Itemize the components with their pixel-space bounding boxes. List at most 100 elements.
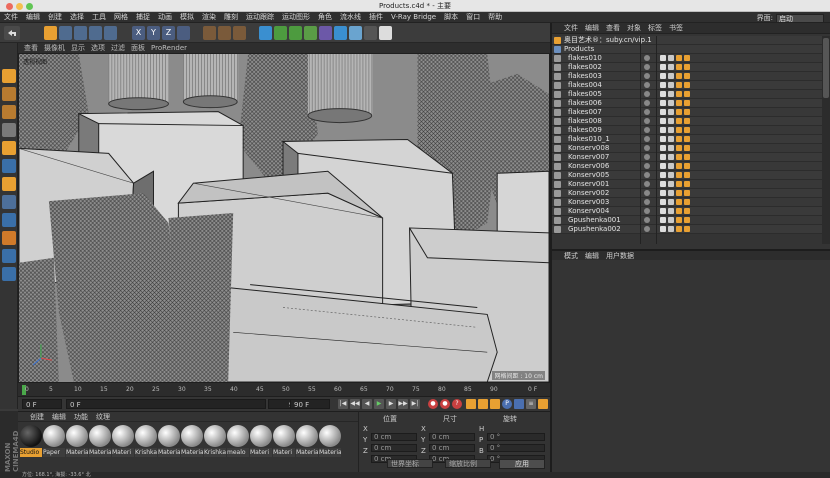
viewport-menu-display[interactable]: 显示 <box>71 43 85 53</box>
texture-tag-icon[interactable] <box>684 208 690 214</box>
material-swatch[interactable]: Materi <box>273 425 295 462</box>
texture-tag-icon[interactable] <box>684 163 690 169</box>
axis-mode-icon[interactable] <box>2 195 16 209</box>
object-menu-view[interactable]: 查看 <box>606 23 620 33</box>
material-menu-edit[interactable]: 编辑 <box>52 412 66 422</box>
start-frame-field[interactable]: 0 F <box>66 399 266 409</box>
texture-tag-icon[interactable] <box>684 100 690 106</box>
coordinate-system-icon[interactable] <box>177 26 190 40</box>
material-swatch[interactable]: Materia <box>66 425 88 462</box>
tree-row[interactable]: Konserv008 <box>552 144 824 153</box>
menu-help[interactable]: 帮助 <box>488 12 502 22</box>
render-picture-viewer-icon[interactable] <box>218 26 231 40</box>
material-tag-icon[interactable] <box>676 82 682 88</box>
visibility-dot-icon[interactable] <box>644 172 650 178</box>
phong-tag-icon[interactable] <box>660 109 666 115</box>
material-tag-icon[interactable] <box>676 109 682 115</box>
texture-tag-icon[interactable] <box>684 73 690 79</box>
end-frame-field-2[interactable]: 90 F <box>290 399 330 409</box>
record-rotation-icon[interactable] <box>490 399 500 409</box>
menu-create[interactable]: 创建 <box>48 12 62 22</box>
material-tag-icon[interactable] <box>676 100 682 106</box>
material-swatch[interactable]: Materi <box>112 425 134 462</box>
material-tag-icon[interactable] <box>676 217 682 223</box>
material-tag-icon[interactable] <box>676 226 682 232</box>
phong-tag-icon[interactable] <box>660 145 666 151</box>
uvw-tag-icon[interactable] <box>668 127 674 133</box>
material-tag-icon[interactable] <box>676 136 682 142</box>
prev-frame-icon[interactable]: ◀ <box>362 399 372 409</box>
phong-tag-icon[interactable] <box>660 127 666 133</box>
visibility-dot-icon[interactable] <box>644 118 650 124</box>
tree-row[interactable]: Konserv002 <box>552 189 824 198</box>
object-menu-file[interactable]: 文件 <box>564 23 578 33</box>
texture-tag-icon[interactable] <box>684 199 690 205</box>
current-frame-field[interactable]: 0 F <box>22 399 62 409</box>
tree-row[interactable]: flakes008 <box>552 117 824 126</box>
uvw-tag-icon[interactable] <box>668 190 674 196</box>
material-tag-icon[interactable] <box>676 55 682 61</box>
texture-tag-icon[interactable] <box>684 55 690 61</box>
texture-tag-icon[interactable] <box>684 109 690 115</box>
tree-row[interactable]: flakes009 <box>552 126 824 135</box>
texture-tag-icon[interactable] <box>684 64 690 70</box>
phong-tag-icon[interactable] <box>660 73 666 79</box>
workplane-lock-icon[interactable] <box>2 249 16 263</box>
array-generator-icon[interactable] <box>304 26 317 40</box>
timeline-window-icon[interactable] <box>538 399 548 409</box>
visibility-dot-icon[interactable] <box>644 91 650 97</box>
viewport-menu-options[interactable]: 选项 <box>91 43 105 53</box>
visibility-dot-icon[interactable] <box>644 109 650 115</box>
texture-tag-icon[interactable] <box>684 91 690 97</box>
tree-row[interactable]: flakes010_1 <box>552 135 824 144</box>
visibility-dot-icon[interactable] <box>644 73 650 79</box>
next-frame-icon[interactable]: ▶ <box>386 399 396 409</box>
texture-tag-icon[interactable] <box>684 226 690 232</box>
texture-tag-icon[interactable] <box>684 190 690 196</box>
uvw-tag-icon[interactable] <box>668 100 674 106</box>
tree-row[interactable]: flakes004 <box>552 81 824 90</box>
material-menu-create[interactable]: 创建 <box>30 412 44 422</box>
autokey-icon[interactable]: ● <box>440 399 450 409</box>
subdivision-surface-icon[interactable] <box>289 26 302 40</box>
tree-row[interactable]: Konserv005 <box>552 171 824 180</box>
visibility-dot-icon[interactable] <box>644 226 650 232</box>
viewport-menu-prorender[interactable]: ProRender <box>151 44 187 52</box>
material-swatch[interactable]: mealo <box>227 425 249 462</box>
timeline-ruler[interactable]: 0 5 10 15 20 25 30 35 40 45 50 55 60 65 … <box>18 383 550 397</box>
menu-script[interactable]: 脚本 <box>444 12 458 22</box>
object-menu-tags[interactable]: 标签 <box>648 23 662 33</box>
select-tool-icon[interactable] <box>44 26 57 40</box>
coordinate-mode-dropdown[interactable]: 世界坐标 <box>387 459 433 468</box>
minimize-window-button[interactable] <box>16 3 23 10</box>
apply-button[interactable]: 应用 <box>499 459 545 469</box>
scale-mode-dropdown[interactable]: 缩放比例 <box>445 459 491 468</box>
tree-row[interactable]: Konserv006 <box>552 162 824 171</box>
tree-row[interactable]: Konserv001 <box>552 180 824 189</box>
phong-tag-icon[interactable] <box>660 199 666 205</box>
phong-tag-icon[interactable] <box>660 55 666 61</box>
texture-tag-icon[interactable] <box>684 136 690 142</box>
material-swatch[interactable]: Materia <box>158 425 180 462</box>
menu-vray-bridge[interactable]: V-Ray Bridge <box>391 13 436 21</box>
next-key-icon[interactable]: ▶▶ <box>398 399 408 409</box>
tree-row-header[interactable]: 奥目艺术®：suby.cn/vip.1 <box>552 36 824 45</box>
cube-primitive-icon[interactable] <box>259 26 272 40</box>
recent-tool-icon[interactable] <box>104 26 117 40</box>
menu-mograph[interactable]: 运动图形 <box>282 12 310 22</box>
viewport-menu-panel[interactable]: 面板 <box>131 43 145 53</box>
menu-sculpt[interactable]: 雕刻 <box>224 12 238 22</box>
texture-tag-icon[interactable] <box>684 118 690 124</box>
menu-mesh[interactable]: 网格 <box>114 12 128 22</box>
phong-tag-icon[interactable] <box>660 82 666 88</box>
menu-tools[interactable]: 工具 <box>92 12 106 22</box>
tree-row[interactable]: Konserv004 <box>552 207 824 216</box>
material-swatch[interactable]: Studio <box>20 425 42 462</box>
material-tag-icon[interactable] <box>676 181 682 187</box>
material-tag-icon[interactable] <box>676 163 682 169</box>
uvw-tag-icon[interactable] <box>668 199 674 205</box>
visibility-dot-icon[interactable] <box>644 163 650 169</box>
texture-tag-icon[interactable] <box>684 217 690 223</box>
play-icon[interactable]: ▶ <box>374 399 384 409</box>
texture-mode-icon[interactable] <box>2 105 16 119</box>
